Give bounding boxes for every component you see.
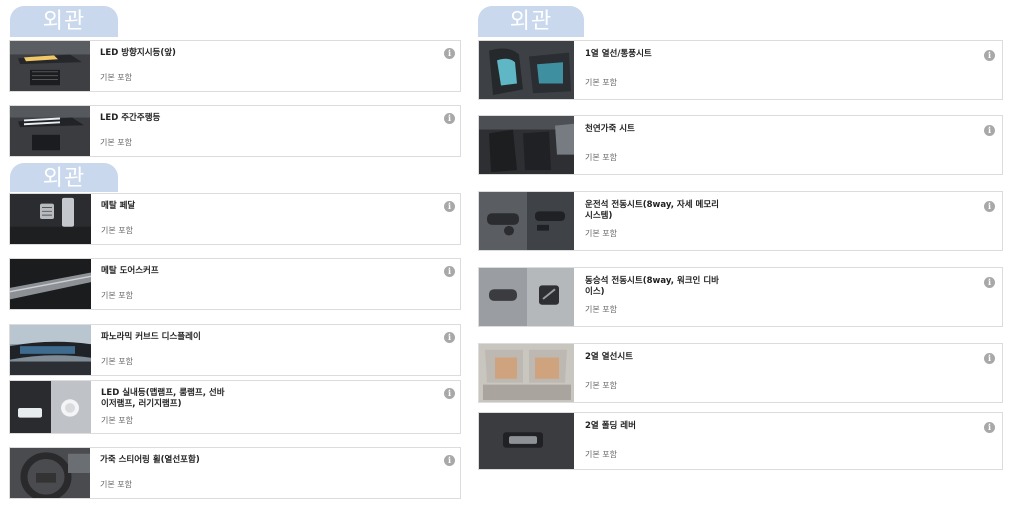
info-icon[interactable]: i xyxy=(444,332,455,343)
panoramic-display-image xyxy=(10,325,91,375)
option-card-leather-steering-wheel[interactable]: 가죽 스티어링 휠(열선포함) 기본 포함 i xyxy=(9,447,461,499)
option-title: 2열 폴딩 레버 xyxy=(585,421,636,431)
steering-wheel-image xyxy=(10,448,90,498)
section-tab-exterior-1[interactable]: 외관 xyxy=(10,6,118,37)
option-card-rear-folding-lever[interactable]: 2열 폴딩 레버 기본 포함 i xyxy=(478,412,1003,470)
option-status: 기본 포함 xyxy=(101,357,133,366)
option-title: 메탈 페달 xyxy=(101,201,136,211)
option-status: 기본 포함 xyxy=(585,450,617,459)
option-title: 1열 열선/통풍시트 xyxy=(585,49,652,59)
info-icon[interactable]: i xyxy=(984,277,995,288)
info-icon[interactable]: i xyxy=(444,201,455,212)
info-icon[interactable]: i xyxy=(984,353,995,364)
option-status: 기본 포함 xyxy=(100,138,132,147)
option-status: 기본 포함 xyxy=(585,381,617,390)
info-icon[interactable]: i xyxy=(984,422,995,433)
option-card-metal-door-scuff[interactable]: 메탈 도어스커프 기본 포함 i xyxy=(9,258,461,310)
passenger-power-seat-image xyxy=(479,268,574,326)
info-icon[interactable]: i xyxy=(444,48,455,59)
option-card-led-daytime-running-light[interactable]: LED 주간주행등 기본 포함 i xyxy=(9,105,461,157)
option-status: 기본 포함 xyxy=(101,416,133,425)
option-title: 천연가죽 시트 xyxy=(585,124,635,134)
rear-heated-seat-image xyxy=(479,344,574,402)
option-status: 기본 포함 xyxy=(585,78,617,87)
option-title: 2열 열선시트 xyxy=(585,352,633,362)
folding-lever-image xyxy=(479,413,574,469)
option-card-led-interior-lamp[interactable]: LED 실내등(맵램프, 룸램프, 선바이저램프, 러기지램프) 기본 포함 i xyxy=(9,380,461,434)
option-status: 기본 포함 xyxy=(100,480,132,489)
option-card-genuine-leather-seat[interactable]: 천연가죽 시트 기본 포함 i xyxy=(478,115,1003,175)
option-status: 기본 포함 xyxy=(100,73,132,82)
option-status: 기본 포함 xyxy=(101,226,133,235)
option-title: 메탈 도어스커프 xyxy=(101,266,159,276)
led-interior-lamp-image xyxy=(10,381,91,433)
info-icon[interactable]: i xyxy=(444,455,455,466)
metal-door-scuff-image xyxy=(10,259,91,309)
option-card-metal-pedal[interactable]: 메탈 페달 기본 포함 i xyxy=(9,193,461,245)
option-status: 기본 포함 xyxy=(585,153,617,162)
option-card-panoramic-curved-display[interactable]: 파노라믹 커브드 디스플레이 기본 포함 i xyxy=(9,324,461,376)
front-seat-image xyxy=(479,41,574,99)
led-turn-signal-image xyxy=(10,41,90,91)
option-title: 동승석 전동시트(8way, 워크인 디바이스) xyxy=(585,276,719,297)
option-title: LED 방향지시등(앞) xyxy=(100,48,176,58)
info-icon[interactable]: i xyxy=(444,113,455,124)
option-status: 기본 포함 xyxy=(101,291,133,300)
info-icon[interactable]: i xyxy=(984,125,995,136)
leather-seat-image xyxy=(479,116,574,174)
option-title: 운전석 전동시트(8way, 자세 메모리 시스템) xyxy=(585,200,719,221)
info-icon[interactable]: i xyxy=(444,388,455,399)
led-drl-image xyxy=(10,106,90,156)
info-icon[interactable]: i xyxy=(984,201,995,212)
option-title: 가죽 스티어링 휠(열선포함) xyxy=(100,455,200,465)
option-card-led-turn-signal[interactable]: LED 방향지시등(앞) 기본 포함 i xyxy=(9,40,461,92)
option-title: 파노라믹 커브드 디스플레이 xyxy=(101,332,201,342)
option-card-rear-heated-seat[interactable]: 2열 열선시트 기본 포함 i xyxy=(478,343,1003,403)
option-card-front-heated-ventilated-seat[interactable]: 1열 열선/통풍시트 기본 포함 i xyxy=(478,40,1003,100)
section-tab-exterior-right[interactable]: 외관 xyxy=(478,6,584,37)
driver-power-seat-image xyxy=(479,192,574,250)
info-icon[interactable]: i xyxy=(984,50,995,61)
option-card-passenger-power-seat[interactable]: 동승석 전동시트(8way, 워크인 디바이스) 기본 포함 i xyxy=(478,267,1003,327)
option-title: LED 주간주행등 xyxy=(100,113,161,123)
option-status: 기본 포함 xyxy=(585,229,617,238)
section-tab-exterior-2[interactable]: 외관 xyxy=(10,163,118,192)
option-status: 기본 포함 xyxy=(585,305,617,314)
info-icon[interactable]: i xyxy=(444,266,455,277)
option-card-driver-power-seat[interactable]: 운전석 전동시트(8way, 자세 메모리 시스템) 기본 포함 i xyxy=(478,191,1003,251)
option-title: LED 실내등(맵램프, 룸램프, 선바이저램프, 러기지램프) xyxy=(101,388,225,409)
metal-pedal-image xyxy=(10,194,91,244)
